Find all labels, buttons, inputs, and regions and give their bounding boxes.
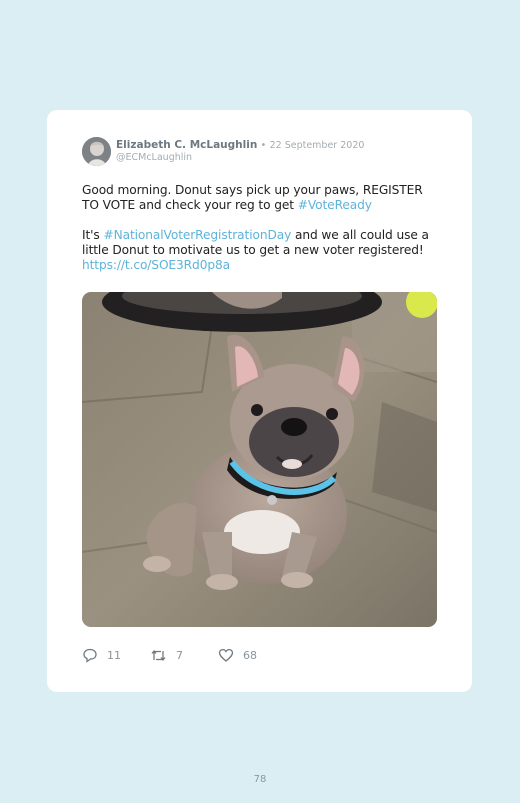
author-name[interactable]: Elizabeth C. McLaughlin — [116, 139, 257, 151]
hashtag-link[interactable]: #VoteReady — [298, 198, 372, 212]
author-handle[interactable]: @ECMcLaughlin — [116, 152, 192, 164]
separator-dot: • — [260, 140, 267, 151]
url-link[interactable]: https://t.co/SOE3Rd0p8a — [82, 258, 230, 272]
paragraph-text: It's — [82, 228, 104, 242]
reply-action[interactable]: 11 — [82, 648, 121, 663]
retweet-count: 7 — [176, 649, 183, 662]
like-action[interactable]: 68 — [218, 648, 257, 663]
tweet-paragraph-2: It's #NationalVoterRegistrationDay and w… — [82, 228, 442, 273]
retweet-action[interactable]: 7 — [150, 648, 183, 663]
tweet-header: Elizabeth C. McLaughlin • 22 September 2… — [116, 139, 364, 152]
puppy-photo[interactable] — [82, 292, 437, 627]
retweet-icon — [151, 649, 166, 662]
like-count: 68 — [243, 649, 257, 662]
avatar[interactable] — [82, 137, 111, 166]
reply-count: 11 — [107, 649, 121, 662]
tweet-card: Elizabeth C. McLaughlin • 22 September 2… — [47, 110, 472, 692]
tweet-paragraph-1: Good morning. Donut says pick up your pa… — [82, 183, 442, 213]
reply-icon — [83, 648, 97, 663]
page-number: 78 — [253, 774, 267, 785]
hashtag-link[interactable]: #NationalVoterRegistrationDay — [103, 228, 291, 242]
tweet-date[interactable]: 22 September 2020 — [270, 140, 365, 151]
tweet-text: Good morning. Donut says pick up your pa… — [82, 183, 442, 288]
heart-icon — [218, 648, 234, 662]
